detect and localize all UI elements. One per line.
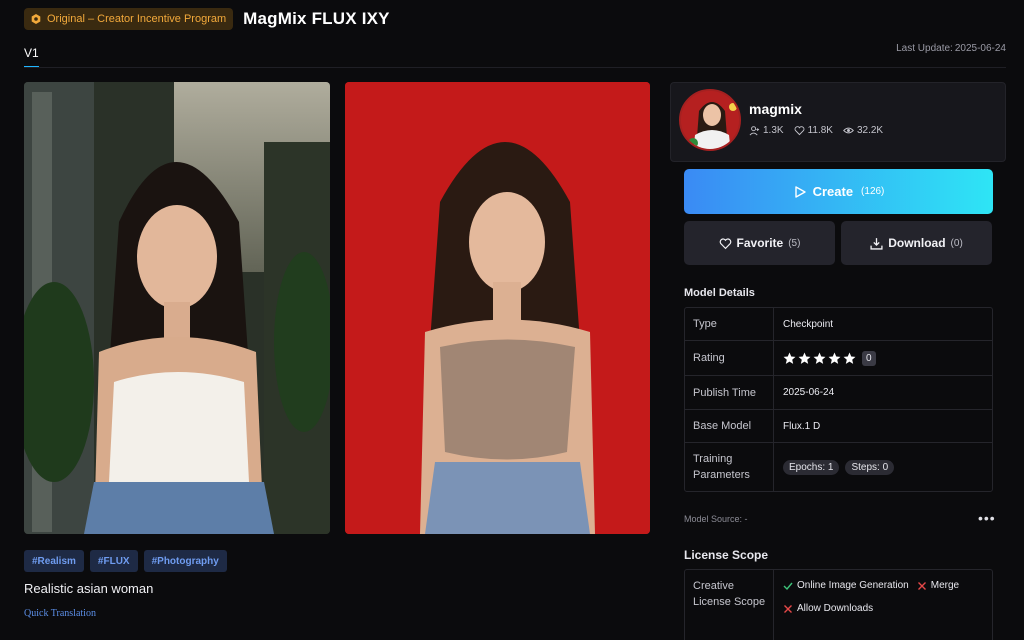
star-icon <box>813 352 826 364</box>
epochs-value: 1 <box>827 461 834 473</box>
detail-row-training-parameters: Training Parameters Epochs: 1 Steps: 0 <box>685 443 992 491</box>
star-icon <box>798 352 811 364</box>
download-button[interactable]: Download (0) <box>841 221 992 265</box>
views-count: 32.2K <box>856 125 884 136</box>
download-label: Download <box>888 236 946 250</box>
play-icon <box>794 185 806 198</box>
steps-pill: Steps: 0 <box>845 459 895 475</box>
views-stat: 32.2K <box>843 125 883 136</box>
detail-label: Rating <box>685 341 774 375</box>
last-update: Last Update: 2025-06-24 <box>896 43 1006 54</box>
license-item-label: Allow Downloads <box>797 603 874 614</box>
tab-v1[interactable]: V1 <box>24 46 39 68</box>
detail-row-rating: Rating 0 <box>685 341 992 376</box>
detail-row-type: Type Checkpoint <box>685 308 992 341</box>
user-plus-icon <box>749 126 760 136</box>
star-icon <box>843 352 856 364</box>
creator-incentive-badge[interactable]: Original – Creator Incentive Program <box>24 8 234 30</box>
license-values: Online Image Generation Merge Allow Down… <box>774 570 959 640</box>
star-icon <box>783 352 796 364</box>
more-options-button[interactable]: ••• <box>978 510 996 526</box>
avatar[interactable] <box>679 89 741 151</box>
detail-value: Checkpoint <box>783 318 834 330</box>
page-title: MagMix FLUX IXY <box>243 9 390 28</box>
heart-icon <box>794 126 804 136</box>
version-tabs: V1 <box>24 44 39 68</box>
cross-icon <box>917 581 926 590</box>
preview-image-1[interactable] <box>24 82 330 534</box>
creator-card: magmix 1.3K 11.8K 32.2K <box>670 82 1006 162</box>
preview-image-1-graphic <box>24 82 330 534</box>
training-values: Epochs: 1 Steps: 0 <box>774 459 895 475</box>
followers-stat: 1.3K <box>749 125 784 136</box>
rating-count: 0 <box>862 350 876 366</box>
page-header: Original – Creator Incentive Program Mag… <box>24 8 1000 30</box>
download-count: (0) <box>950 237 963 249</box>
license-line: Allow Downloads <box>783 603 959 614</box>
detail-row-base-model: Base Model Flux.1 D <box>685 410 992 443</box>
last-update-value: 2025-06-24 <box>954 43 1006 54</box>
rating-stars[interactable] <box>783 352 856 365</box>
heart-icon <box>719 237 731 249</box>
detail-row-publish-time: Publish Time 2025-06-24 <box>685 376 992 410</box>
hexagon-icon <box>31 14 41 24</box>
epochs-pill: Epochs: 1 <box>783 459 840 475</box>
model-details-table: Type Checkpoint Rating 0 Publish Time 20… <box>684 307 993 492</box>
license-item-label: Online Image Generation <box>797 580 909 591</box>
star-icon <box>828 352 841 364</box>
header-divider <box>24 67 1006 68</box>
eye-icon <box>843 127 854 134</box>
epochs-label: Epochs: <box>789 461 826 473</box>
detail-label: Base Model <box>685 410 774 442</box>
avatar-graphic <box>681 91 739 149</box>
detail-label: Training Parameters <box>685 443 774 491</box>
creator-name[interactable]: magmix <box>749 101 802 117</box>
steps-value: 0 <box>882 461 889 473</box>
detail-value: Flux.1 D <box>783 420 821 432</box>
steps-label: Steps: <box>851 461 880 473</box>
download-icon <box>870 237 883 250</box>
license-item-label: Merge <box>930 580 960 591</box>
cross-icon <box>784 604 792 613</box>
check-icon <box>783 582 793 590</box>
detail-label: Type <box>685 308 774 340</box>
license-item-merge: Merge <box>917 580 959 591</box>
tag-realism[interactable]: #Realism <box>24 550 84 572</box>
favorite-count: (5) <box>788 237 801 249</box>
tag-flux[interactable]: #FLUX <box>89 550 138 572</box>
preview-image-2-graphic <box>345 82 650 534</box>
license-item-allow-downloads: Allow Downloads <box>783 603 873 614</box>
license-scope-title: License Scope <box>684 548 769 562</box>
license-line: Online Image Generation Merge <box>783 580 959 591</box>
favorite-label: Favorite <box>736 236 784 250</box>
creator-stats: 1.3K 11.8K 32.2K <box>749 125 883 136</box>
likes-count: 11.8K <box>807 125 833 136</box>
license-table: Creative License Scope Online Image Gene… <box>684 569 993 640</box>
create-button[interactable]: Create (126) <box>684 169 993 214</box>
badge-label: Original – Creator Incentive Program <box>47 13 227 25</box>
detail-value: 2025-06-24 <box>783 387 835 398</box>
last-update-label: Last Update: <box>896 43 953 54</box>
model-description: Realistic asian woman <box>24 581 154 596</box>
preview-image-2[interactable] <box>345 82 650 534</box>
create-count: (126) <box>861 186 885 197</box>
tag-photography[interactable]: #Photography <box>143 550 227 572</box>
model-details-title: Model Details <box>684 287 755 299</box>
followers-count: 1.3K <box>763 125 784 136</box>
license-label: Creative License Scope <box>685 570 774 640</box>
favorite-button[interactable]: Favorite (5) <box>684 221 835 265</box>
rating-value: 0 <box>774 350 876 366</box>
likes-stat: 11.8K <box>794 125 833 136</box>
license-item-online-generation: Online Image Generation <box>783 580 909 591</box>
create-label: Create <box>812 184 854 199</box>
model-source: Model Source: - <box>684 514 748 524</box>
quick-translation-link[interactable]: Quick Translation <box>24 608 96 619</box>
tag-list: #Realism #FLUX #Photography <box>24 550 227 572</box>
detail-label: Publish Time <box>685 376 774 409</box>
